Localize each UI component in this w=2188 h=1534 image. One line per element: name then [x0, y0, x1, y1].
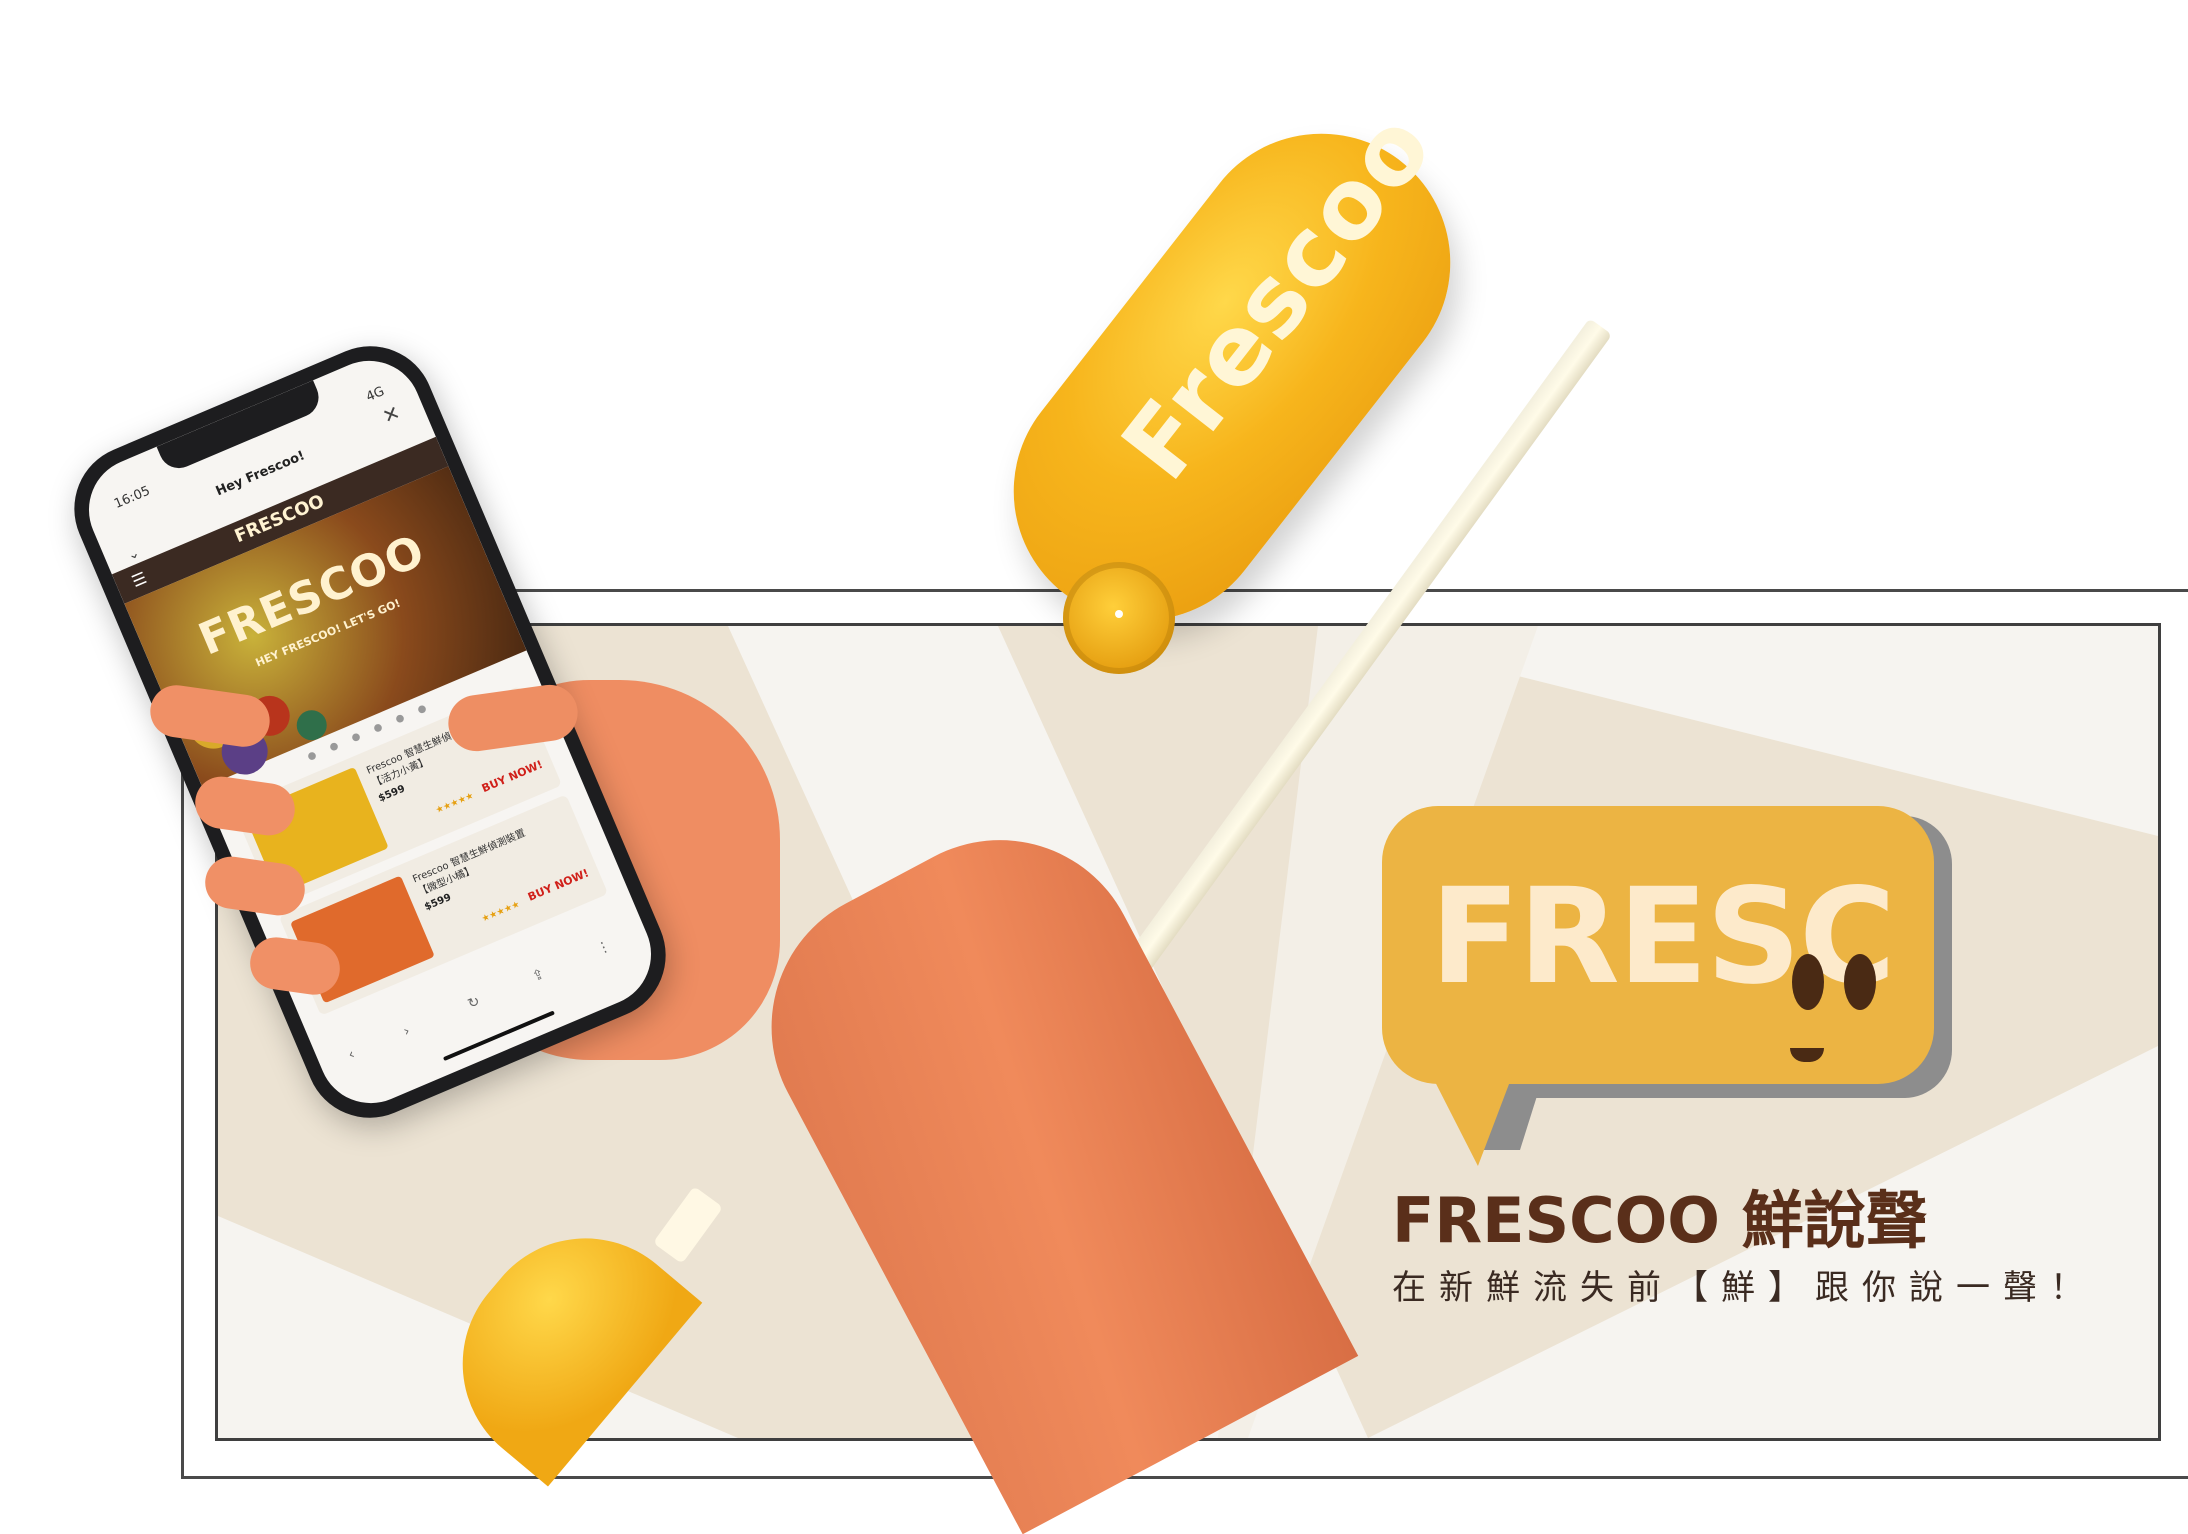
share-icon[interactable]: ⇪ — [530, 966, 547, 985]
back-icon[interactable]: ‹ — [346, 1046, 357, 1063]
mascot-green — [292, 705, 332, 745]
buy-now-button[interactable]: BUY NOW! — [480, 758, 545, 795]
brand-name: FRESCOO — [1392, 1184, 1721, 1257]
star-rating-icon: ★★★★★ — [434, 791, 476, 817]
status-network: 4G — [364, 384, 387, 406]
led-icon — [1115, 610, 1123, 618]
forward-icon[interactable]: › — [401, 1023, 412, 1040]
status-time: 16:05 — [112, 483, 153, 512]
buy-now-button[interactable]: BUY NOW! — [526, 866, 591, 903]
device-button[interactable] — [1063, 562, 1175, 674]
eye-icon — [1792, 954, 1824, 1010]
chevron-down-icon[interactable]: ⌄ — [125, 545, 142, 564]
reload-icon[interactable]: ↻ — [465, 993, 482, 1012]
bubble-logo-text: FRESC — [1430, 860, 1896, 1014]
more-icon[interactable]: ⋮ — [594, 938, 613, 958]
brand-slogan: 在新鮮流失前【鮮】跟你說一聲！ — [1392, 1268, 2097, 1308]
star-rating-icon: ★★★★★ — [480, 899, 522, 925]
eye-icon — [1844, 954, 1876, 1010]
brand-chinese-name: 鮮說聲 — [1741, 1184, 1928, 1257]
brand-title: FRESCOO 鮮說聲 — [1392, 1170, 1928, 1260]
speech-bubble-tail — [1432, 1076, 1528, 1166]
bubble-logo: FRESC — [1420, 860, 1910, 1014]
